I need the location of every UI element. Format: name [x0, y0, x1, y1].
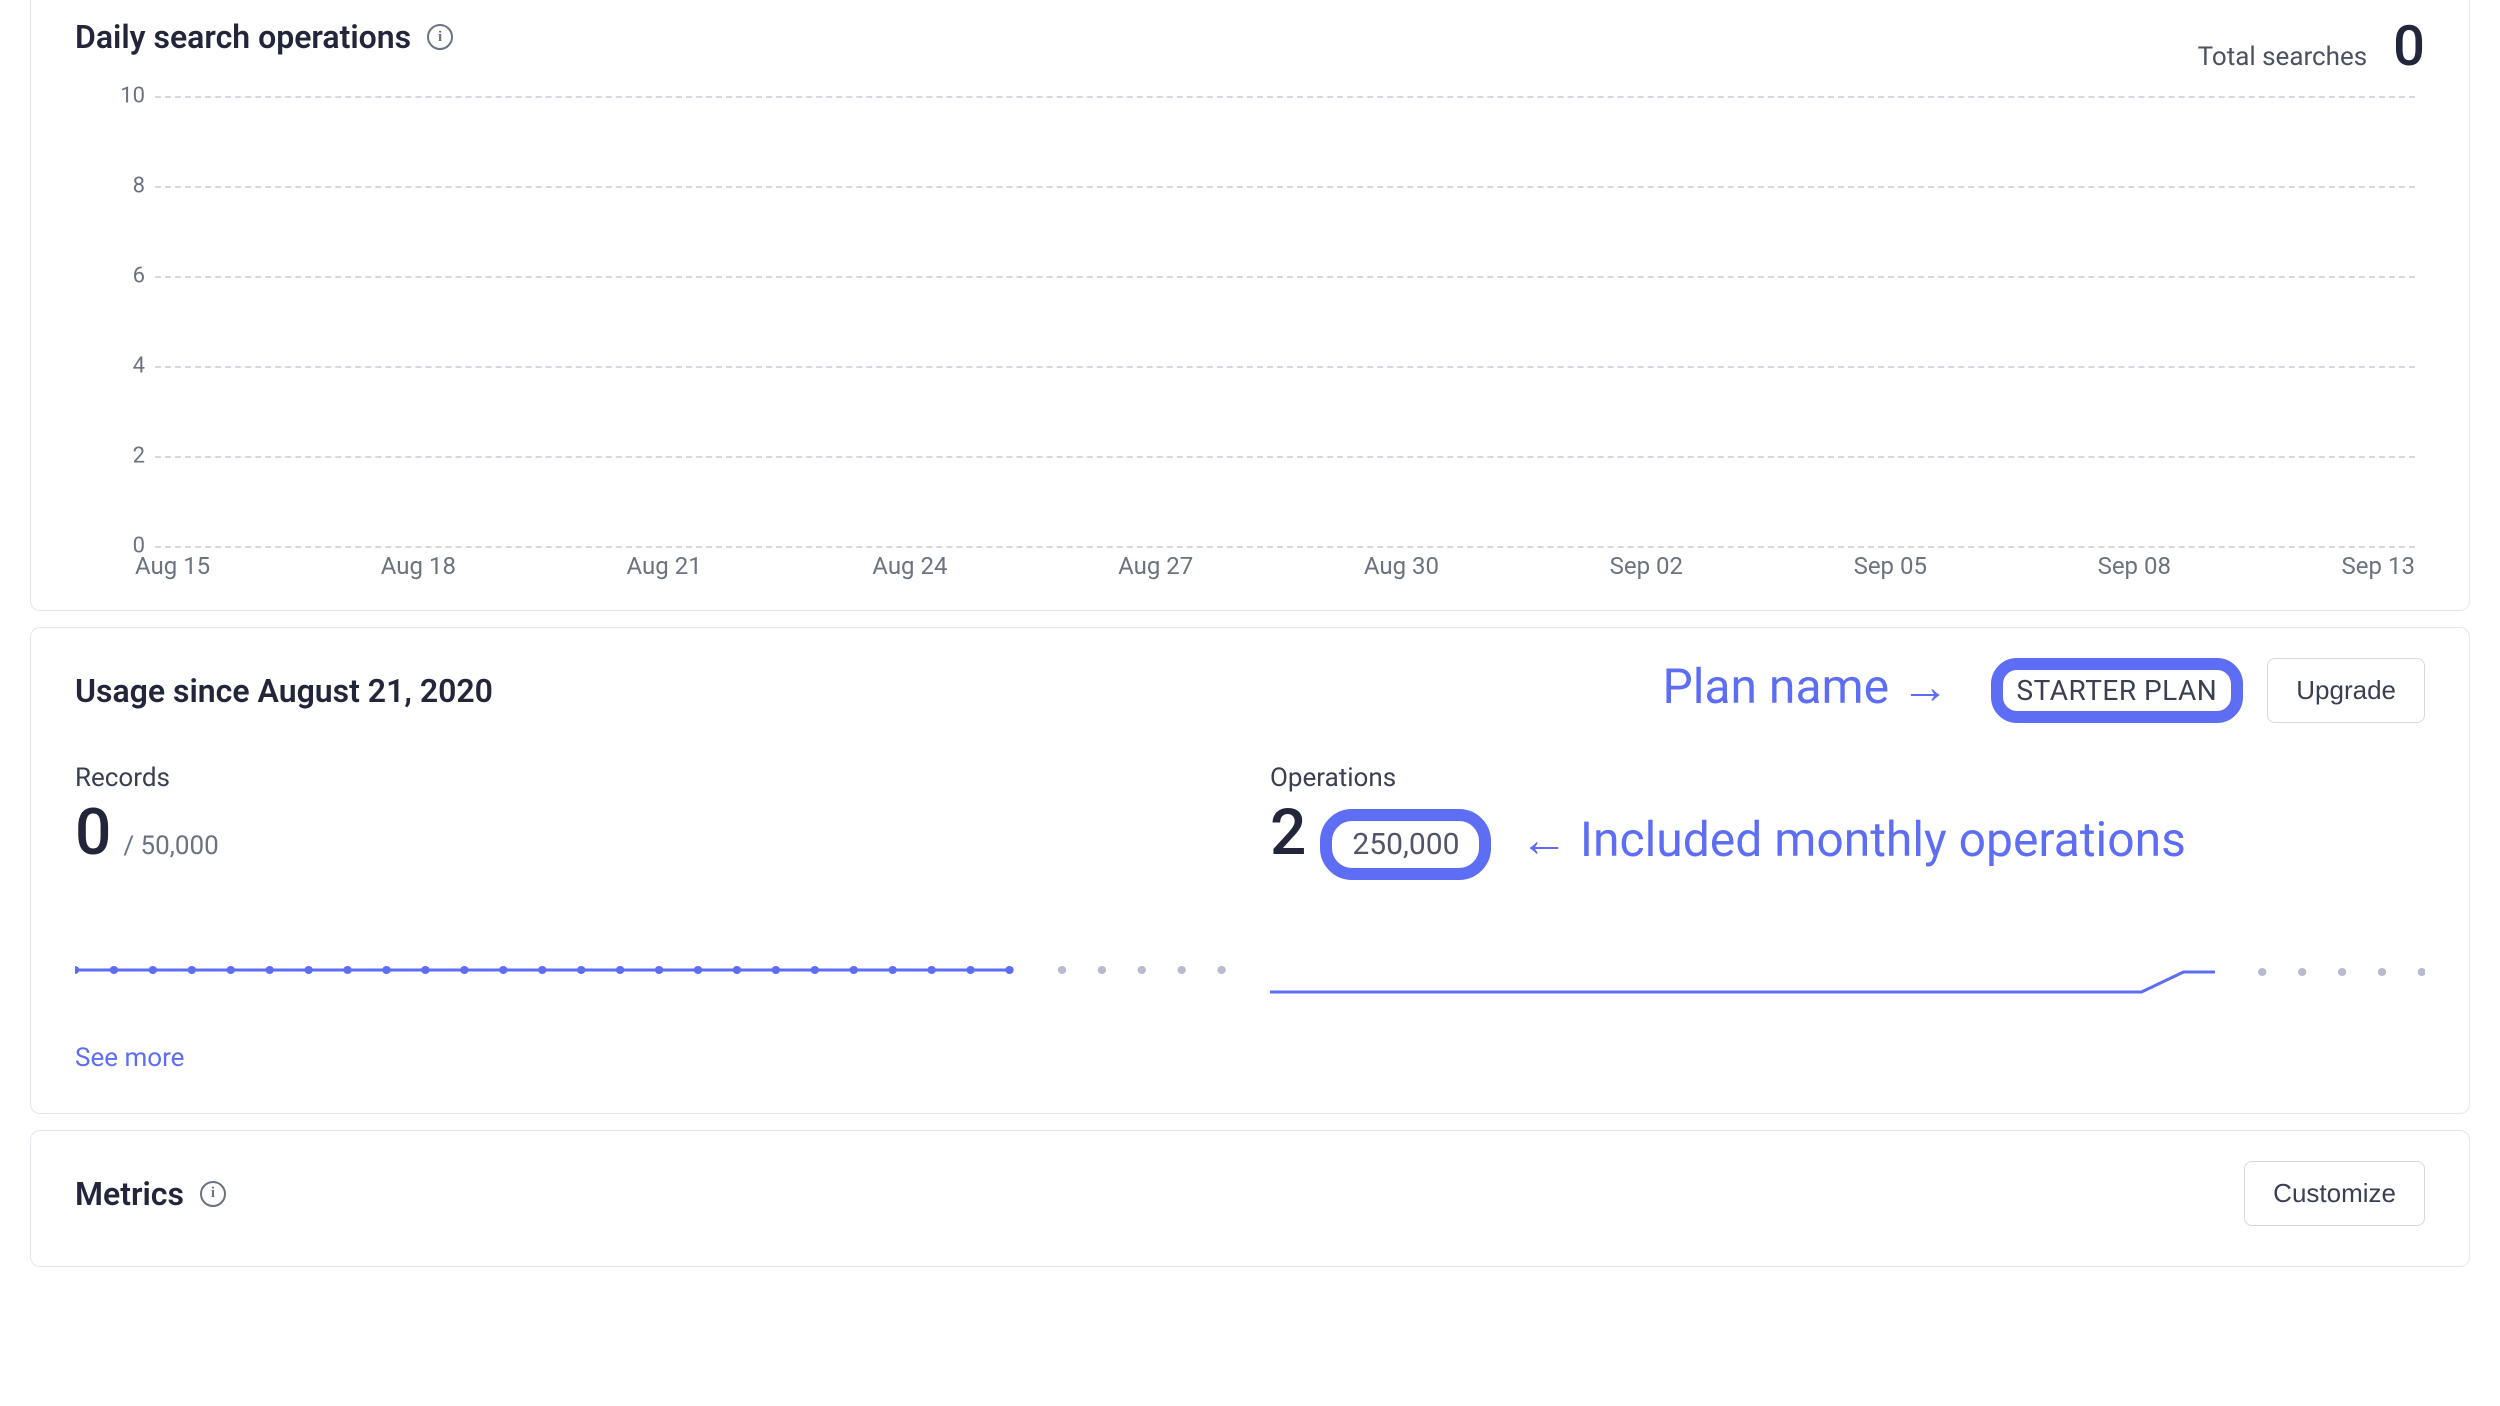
chart-y-tick: 8	[105, 174, 145, 199]
chart-y-tick: 4	[105, 354, 145, 379]
usage-card: Usage since August 21, 2020 STARTER PLAN…	[30, 627, 2470, 1114]
total-searches: Total searches 0	[2198, 18, 2425, 74]
chart-x-tick: Aug 30	[1364, 552, 1439, 580]
records-sparkline	[75, 945, 1230, 995]
chart-x-tick: Sep 13	[2342, 552, 2415, 580]
see-more-link[interactable]: See more	[75, 1043, 184, 1073]
chart-x-tick: Sep 05	[1854, 552, 1927, 580]
info-icon[interactable]: i	[427, 24, 453, 50]
records-label: Records	[75, 763, 1230, 793]
plan-badge: STARTER PLAN	[1991, 658, 2244, 723]
daily-title: Daily search operations	[75, 18, 411, 56]
chart-gridline	[155, 546, 2415, 548]
total-searches-value: 0	[2393, 18, 2425, 74]
daily-search-operations-card: Daily search operations i Total searches…	[30, 0, 2470, 611]
usage-operations: Operations 2 250,000 ← Included monthly …	[1270, 763, 2425, 1073]
chart-x-tick: Aug 18	[381, 552, 456, 580]
upgrade-button[interactable]: Upgrade	[2267, 658, 2425, 723]
chart-x-tick: Aug 27	[1118, 552, 1193, 580]
chart-x-tick: Sep 02	[1610, 552, 1683, 580]
chart-x-tick: Sep 08	[2098, 552, 2171, 580]
chart-y-tick: 6	[105, 264, 145, 289]
chart-gridline	[155, 276, 2415, 278]
chart-y-tick: 2	[105, 444, 145, 469]
chart-gridline	[155, 96, 2415, 98]
daily-chart-x-axis: Aug 15 Aug 18 Aug 21 Aug 24 Aug 27 Aug 30 Sep …	[135, 552, 2415, 580]
daily-chart: 1086420	[115, 96, 2415, 546]
usage-title: Usage since August 21, 2020	[75, 672, 493, 710]
daily-header: Daily search operations i Total searches…	[75, 18, 2425, 74]
records-limit: / 50,000	[123, 831, 218, 861]
info-icon[interactable]: i	[200, 1181, 226, 1207]
chart-x-tick: Aug 15	[135, 552, 210, 580]
metrics-card: Metrics i Customize	[30, 1130, 2470, 1267]
chart-y-tick: 0	[105, 534, 145, 559]
chart-gridline	[155, 456, 2415, 458]
usage-records: Records 0 / 50,000 See more	[75, 763, 1230, 1073]
plan-badge-text: STARTER PLAN	[2017, 674, 2218, 707]
records-value: 0	[75, 801, 111, 865]
chart-gridline	[155, 186, 2415, 188]
operations-sparkline	[1270, 960, 2425, 1010]
operations-label: Operations	[1270, 763, 2425, 793]
customize-button[interactable]: Customize	[2244, 1161, 2425, 1226]
usage-header: Usage since August 21, 2020 STARTER PLAN…	[75, 658, 2425, 723]
operations-limit: 250,000	[1320, 809, 1491, 880]
operations-value: 2	[1270, 801, 1306, 865]
total-searches-label: Total searches	[2198, 42, 2368, 72]
chart-x-tick: Aug 24	[872, 552, 947, 580]
chart-gridline	[155, 366, 2415, 368]
chart-y-tick: 10	[105, 84, 145, 109]
chart-x-tick: Aug 21	[627, 552, 702, 580]
metrics-title: Metrics	[75, 1175, 184, 1213]
